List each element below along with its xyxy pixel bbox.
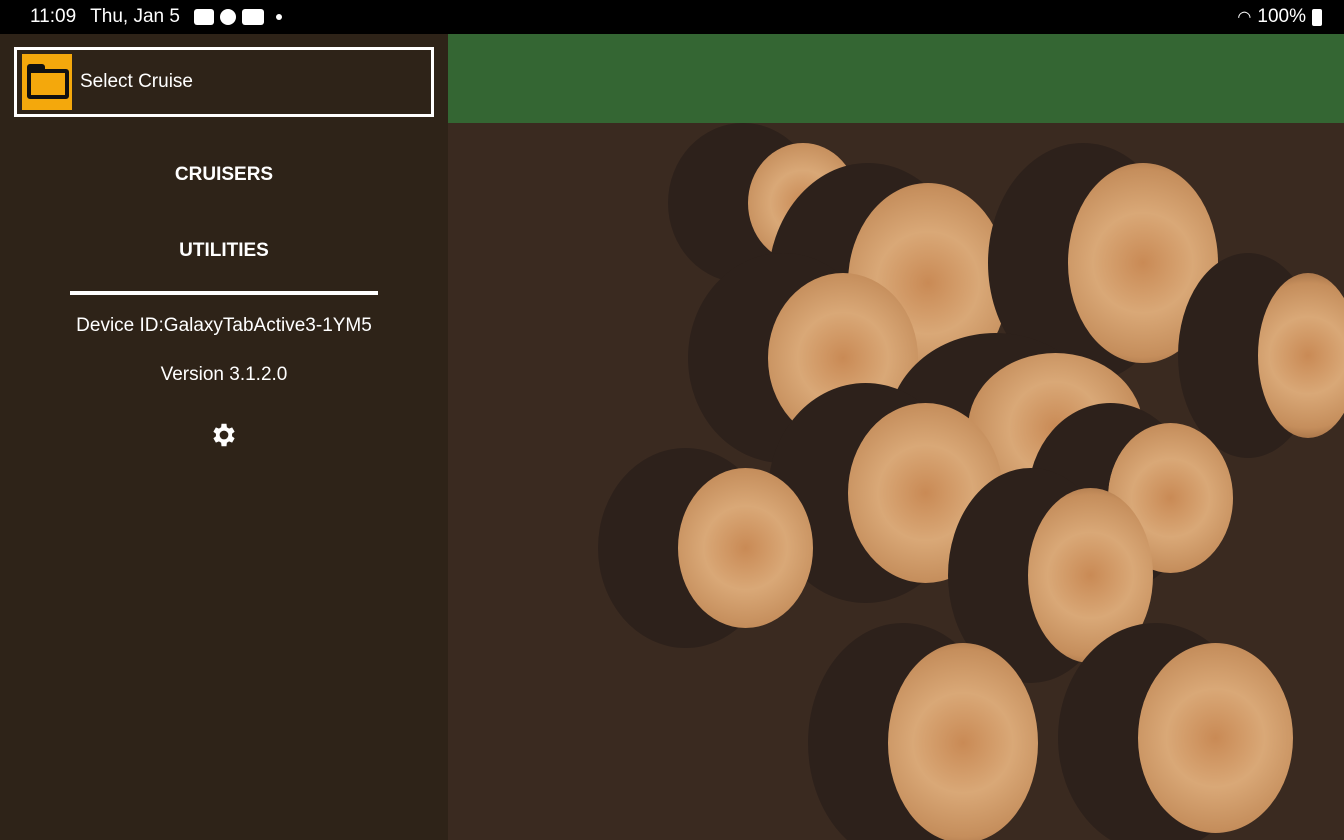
sidebar: Select Cruise CRUISERS UTILITIES Device … xyxy=(0,34,448,840)
dot-icon xyxy=(275,14,282,20)
folder-icon xyxy=(22,54,72,110)
select-cruise-label: Select Cruise xyxy=(80,71,193,92)
youtube-icon xyxy=(241,9,264,25)
notification-icon xyxy=(193,9,214,25)
date: Thu, Jan 5 xyxy=(90,6,180,27)
status-bar: 11:09 Thu, Jan 5 ◠ 100% xyxy=(0,0,1344,34)
device-id: Device ID:GalaxyTabActive3-1YM5 xyxy=(76,315,372,336)
divider xyxy=(70,291,378,295)
version: Version 3.1.2.0 xyxy=(160,364,288,385)
nav-cruisers[interactable]: CRUISERS xyxy=(0,164,448,186)
nav-utilities[interactable]: UTILITIES xyxy=(0,240,448,262)
header-bar xyxy=(448,34,1344,123)
select-cruise-button[interactable]: Select Cruise xyxy=(14,47,434,117)
settings-gear-icon[interactable] xyxy=(209,420,239,450)
app-icon xyxy=(219,9,236,25)
clock: 11:09 xyxy=(30,6,77,27)
battery-icon xyxy=(1312,8,1322,26)
wifi-icon: ◠ xyxy=(1237,9,1252,26)
battery-level: 100% xyxy=(1257,6,1306,27)
background-log-image xyxy=(448,123,1344,840)
